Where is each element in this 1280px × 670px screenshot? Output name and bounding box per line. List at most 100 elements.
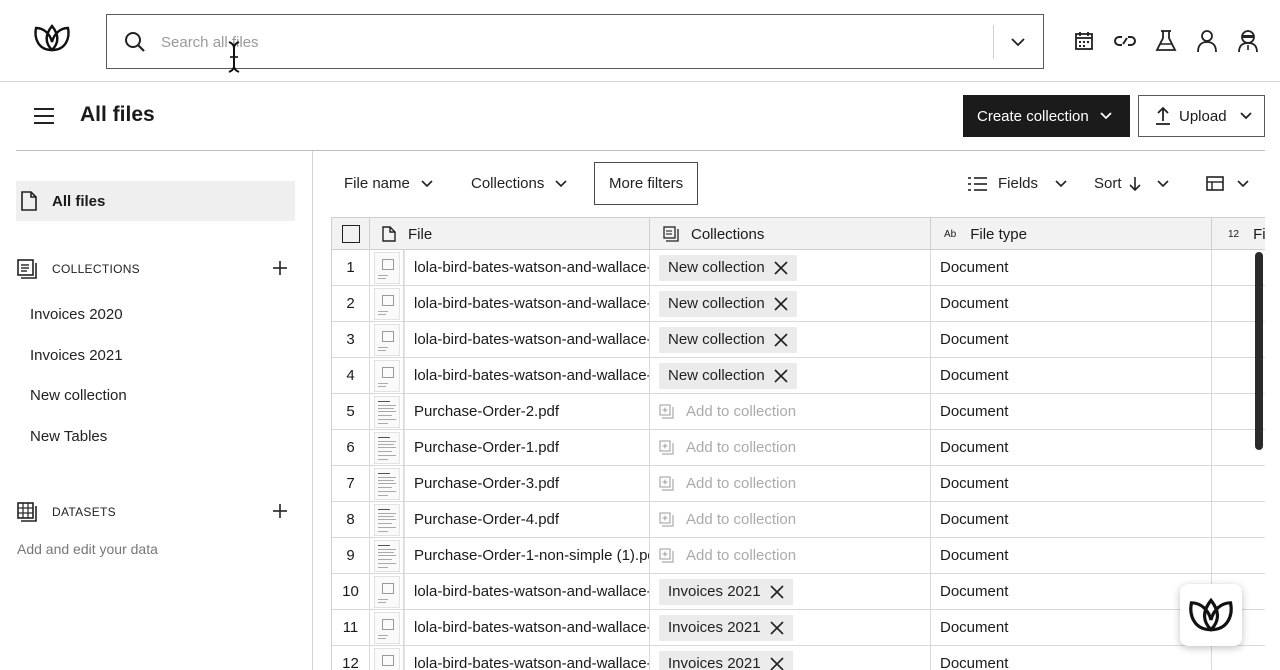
- extra-cell[interactable]: [1212, 502, 1265, 537]
- file-type-cell[interactable]: Document: [931, 646, 1212, 670]
- add-to-collection-button[interactable]: Add to collection: [659, 547, 796, 564]
- table-row[interactable]: 7 Purchase-Order-3.pdf Add to collection Do…: [332, 466, 1265, 502]
- collections-filter[interactable]: Collections: [471, 162, 568, 205]
- thumbnail-cell[interactable]: [370, 466, 404, 501]
- table-row[interactable]: 11 lola-bird-bates-watson-and-wallace- Inv…: [332, 610, 1265, 646]
- extra-cell[interactable]: [1212, 646, 1265, 670]
- close-icon[interactable]: [774, 368, 788, 383]
- app-logo-icon[interactable]: [32, 20, 72, 56]
- more-filters-button[interactable]: More filters: [594, 162, 699, 205]
- add-to-collection-button[interactable]: Add to collection: [659, 475, 796, 492]
- file-type-cell[interactable]: Document: [931, 574, 1212, 609]
- add-to-collection-button[interactable]: Add to collection: [659, 403, 796, 420]
- collection-chip[interactable]: Invoices 2021: [659, 578, 793, 605]
- table-row[interactable]: 9 Purchase-Order-1-non-simple (1).pdf Add …: [332, 538, 1265, 574]
- file-name-filter[interactable]: File name: [344, 162, 434, 205]
- add-dataset-plus-icon[interactable]: [271, 502, 289, 520]
- file-name-cell[interactable]: lola-bird-bates-watson-and-wallace-: [404, 574, 650, 609]
- thumbnail-cell[interactable]: [370, 646, 404, 670]
- fields-button[interactable]: Fields: [968, 162, 1068, 205]
- file-name-cell[interactable]: lola-bird-bates-watson-and-wallace-: [404, 646, 650, 670]
- chevron-down-icon[interactable]: [1005, 30, 1031, 54]
- collection-chip[interactable]: Invoices 2021: [659, 650, 793, 670]
- sidebar-item-collection[interactable]: Invoices 2020: [30, 306, 123, 323]
- sidebar-item-collection[interactable]: Invoices 2021: [30, 347, 123, 364]
- sort-button[interactable]: Sort: [1094, 162, 1170, 205]
- file-name-cell[interactable]: Purchase-Order-1-non-simple (1).pdf: [404, 538, 650, 573]
- thumbnail-cell[interactable]: [370, 250, 404, 285]
- file-type-cell[interactable]: Document: [931, 250, 1212, 285]
- select-all-checkbox[interactable]: [341, 225, 360, 243]
- file-name-cell[interactable]: lola-bird-bates-watson-and-wallace-: [404, 250, 650, 285]
- thumbnail-cell[interactable]: [370, 322, 404, 357]
- agent-icon[interactable]: [1236, 28, 1260, 54]
- table-scrollbar[interactable]: [1255, 252, 1263, 450]
- link-icon[interactable]: [1113, 28, 1137, 54]
- thumbnail-cell[interactable]: [370, 286, 404, 321]
- table-row[interactable]: 2 lola-bird-bates-watson-and-wallace- New …: [332, 286, 1265, 322]
- search-bar[interactable]: [106, 14, 1044, 69]
- hamburger-menu-icon[interactable]: [32, 104, 56, 128]
- file-type-column-header[interactable]: Ab File type: [931, 218, 1212, 250]
- table-row[interactable]: 1 lola-bird-bates-watson-and-wallace- New …: [332, 250, 1265, 286]
- file-name-cell[interactable]: lola-bird-bates-watson-and-wallace-: [404, 322, 650, 357]
- assistant-logo-button[interactable]: [1180, 584, 1242, 646]
- sidebar-item-all-files[interactable]: All files: [16, 181, 295, 221]
- collection-chip[interactable]: New collection: [659, 254, 797, 281]
- close-icon[interactable]: [770, 656, 784, 670]
- thumbnail-cell[interactable]: [370, 574, 404, 609]
- view-toggle-button[interactable]: [1206, 162, 1250, 205]
- file-type-cell[interactable]: Document: [931, 430, 1212, 465]
- collection-chip[interactable]: New collection: [659, 290, 797, 317]
- close-icon[interactable]: [774, 260, 788, 275]
- file-name-cell[interactable]: lola-bird-bates-watson-and-wallace-: [404, 358, 650, 393]
- sidebar-item-collection[interactable]: New collection: [30, 387, 127, 404]
- file-name-cell[interactable]: Purchase-Order-3.pdf: [404, 466, 650, 501]
- thumbnail-cell[interactable]: [370, 610, 404, 645]
- file-column-header[interactable]: File: [370, 218, 650, 250]
- thumbnail-cell[interactable]: [370, 502, 404, 537]
- table-row[interactable]: 3 lola-bird-bates-watson-and-wallace- New …: [332, 322, 1265, 358]
- file-type-cell[interactable]: Document: [931, 610, 1212, 645]
- calendar-icon[interactable]: [1072, 28, 1096, 54]
- thumbnail-cell[interactable]: [370, 394, 404, 429]
- file-name-cell[interactable]: lola-bird-bates-watson-and-wallace-: [404, 610, 650, 645]
- thumbnail-cell[interactable]: [370, 430, 404, 465]
- file-name-cell[interactable]: lola-bird-bates-watson-and-wallace-: [404, 286, 650, 321]
- close-icon[interactable]: [770, 584, 784, 599]
- file-type-cell[interactable]: Document: [931, 286, 1212, 321]
- add-to-collection-button[interactable]: Add to collection: [659, 439, 796, 456]
- extra-cell[interactable]: [1212, 466, 1265, 501]
- file-type-cell[interactable]: Document: [931, 322, 1212, 357]
- collection-chip[interactable]: Invoices 2021: [659, 614, 793, 641]
- extra-cell[interactable]: [1212, 538, 1265, 573]
- user-icon[interactable]: [1195, 28, 1219, 54]
- table-row[interactable]: 6 Purchase-Order-1.pdf Add to collection Do…: [332, 430, 1265, 466]
- close-icon[interactable]: [774, 332, 788, 347]
- close-icon[interactable]: [774, 296, 788, 311]
- collection-chip[interactable]: New collection: [659, 326, 797, 353]
- file-type-cell[interactable]: Document: [931, 502, 1212, 537]
- file-name-cell[interactable]: Purchase-Order-2.pdf: [404, 394, 650, 429]
- close-icon[interactable]: [770, 620, 784, 635]
- table-row[interactable]: 8 Purchase-Order-4.pdf Add to collection Do…: [332, 502, 1265, 538]
- collections-column-header[interactable]: Collections: [650, 218, 931, 250]
- add-collection-plus-icon[interactable]: [271, 259, 289, 277]
- file-name-cell[interactable]: Purchase-Order-4.pdf: [404, 502, 650, 537]
- file-type-cell[interactable]: Document: [931, 358, 1212, 393]
- extra-column-header[interactable]: 12 Fi: [1212, 218, 1265, 250]
- file-type-cell[interactable]: Document: [931, 394, 1212, 429]
- upload-button[interactable]: Upload: [1138, 95, 1265, 137]
- collection-chip[interactable]: New collection: [659, 362, 797, 389]
- file-type-cell[interactable]: Document: [931, 466, 1212, 501]
- table-row[interactable]: 10 lola-bird-bates-watson-and-wallace- Inv…: [332, 574, 1265, 610]
- search-input[interactable]: [161, 27, 981, 57]
- thumbnail-cell[interactable]: [370, 538, 404, 573]
- table-row[interactable]: 12 lola-bird-bates-watson-and-wallace- Inv…: [332, 646, 1265, 670]
- file-type-cell[interactable]: Document: [931, 538, 1212, 573]
- add-to-collection-button[interactable]: Add to collection: [659, 511, 796, 528]
- flask-icon[interactable]: [1154, 28, 1178, 54]
- table-row[interactable]: 5 Purchase-Order-2.pdf Add to collection Do…: [332, 394, 1265, 430]
- file-name-cell[interactable]: Purchase-Order-1.pdf: [404, 430, 650, 465]
- table-row[interactable]: 4 lola-bird-bates-watson-and-wallace- New …: [332, 358, 1265, 394]
